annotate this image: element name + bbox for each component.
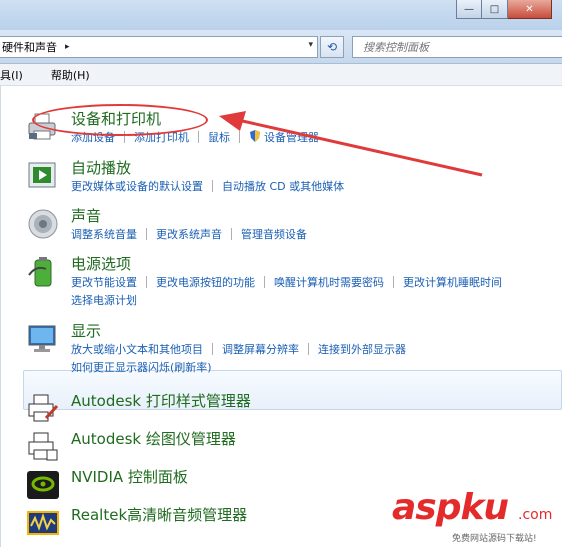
watermark-brand: aspku	[392, 487, 509, 528]
watermark: aspku .com 免费网站源码下载站!	[392, 487, 562, 547]
annotation-arrow	[219, 111, 483, 177]
watermark-tagline: 免费网站源码下载站!	[452, 534, 537, 544]
watermark-suffix: .com	[518, 507, 553, 523]
